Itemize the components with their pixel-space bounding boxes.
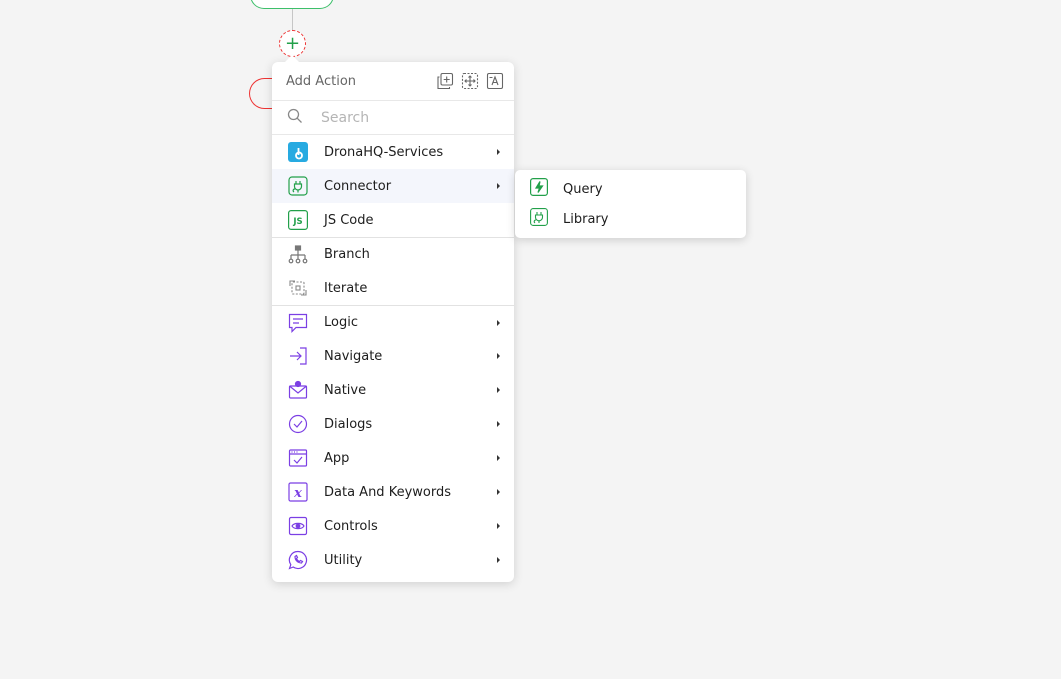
move-icon[interactable] (460, 72, 479, 91)
data-keywords-icon: x (288, 482, 308, 502)
plus-icon: + (284, 32, 301, 54)
menu-item-label: Data And Keywords (324, 484, 451, 500)
submenu-arrow-icon (497, 387, 500, 393)
menu-item-label: Controls (324, 518, 378, 534)
menu-item-label: DronaHQ-Services (324, 144, 444, 160)
menu-item-label: Connector (324, 178, 392, 194)
submenu-arrow-icon (497, 455, 500, 461)
menu-item-iterate[interactable]: Iterate (272, 271, 514, 305)
controls-icon (288, 516, 308, 536)
svg-text:JS: JS (292, 217, 302, 227)
native-icon (288, 380, 308, 400)
submenu-item-label: Library (563, 211, 609, 227)
branch-icon (288, 244, 308, 265)
iterate-icon (288, 278, 308, 298)
submenu-arrow-icon (497, 489, 500, 495)
menu-item-label: Native (324, 382, 367, 398)
svg-text:x: x (293, 486, 302, 501)
menu-item-js-code[interactable]: JS JS Code (272, 203, 514, 237)
menu-title: Add Action (286, 73, 357, 89)
menu-item-label: Dialogs (324, 416, 373, 432)
menu-item-label: Navigate (324, 348, 383, 364)
menu-item-label: JS Code (324, 212, 374, 228)
plug-icon (288, 176, 308, 196)
submenu-arrow-icon (497, 149, 500, 155)
js-icon: JS (288, 210, 308, 230)
lightning-icon (530, 178, 548, 200)
menu-item-branch[interactable]: Branch (272, 237, 514, 271)
menu-item-label: App (324, 450, 350, 466)
add-action-menu: Add Action Search DronaHQ-Services Conne… (272, 62, 514, 582)
duplicate-icon[interactable] (435, 72, 454, 91)
utility-icon (288, 550, 308, 570)
menu-item-label: Utility (324, 552, 363, 568)
menu-item-dronahq-services[interactable]: DronaHQ-Services (272, 135, 514, 169)
menu-caret (285, 55, 299, 62)
submenu-arrow-icon (497, 557, 500, 563)
submenu-item-library[interactable]: Library (515, 204, 746, 234)
dronahq-icon (288, 142, 308, 162)
app-icon (288, 448, 308, 468)
submenu-arrow-icon (497, 353, 500, 359)
submenu-item-query[interactable]: Query (515, 174, 746, 204)
search-icon (287, 108, 303, 128)
logic-icon (288, 313, 308, 333)
menu-item-navigate[interactable]: Navigate (272, 339, 514, 373)
menu-item-utility[interactable]: Utility (272, 543, 514, 577)
menu-item-dialogs[interactable]: Dialogs (272, 407, 514, 441)
flow-node-top[interactable] (250, 0, 334, 9)
menu-item-app[interactable]: App (272, 441, 514, 475)
menu-item-native[interactable]: Native (272, 373, 514, 407)
submenu-arrow-icon (497, 183, 500, 189)
add-action-button[interactable]: + (279, 30, 306, 57)
submenu-arrow-icon (497, 523, 500, 529)
search-bar (272, 101, 514, 135)
submenu-item-label: Query (563, 181, 603, 197)
menu-item-controls[interactable]: Controls (272, 509, 514, 543)
submenu-arrow-icon (497, 319, 500, 326)
navigate-icon (288, 346, 308, 366)
rename-icon[interactable] (485, 72, 504, 91)
dialogs-icon (288, 414, 308, 434)
menu-item-data-and-keywords[interactable]: x Data And Keywords (272, 475, 514, 509)
menu-item-label: Branch (324, 247, 370, 262)
menu-item-connector[interactable]: Connector (272, 169, 514, 203)
submenu-arrow-icon (497, 421, 500, 427)
menu-item-label: Iterate (324, 280, 368, 296)
menu-header: Add Action (272, 62, 514, 101)
plug-icon (530, 208, 548, 230)
menu-item-label: Logic (324, 315, 358, 330)
connector-submenu: Query Library (515, 170, 746, 238)
search-input[interactable] (319, 108, 483, 127)
menu-item-logic[interactable]: Logic (272, 305, 514, 339)
